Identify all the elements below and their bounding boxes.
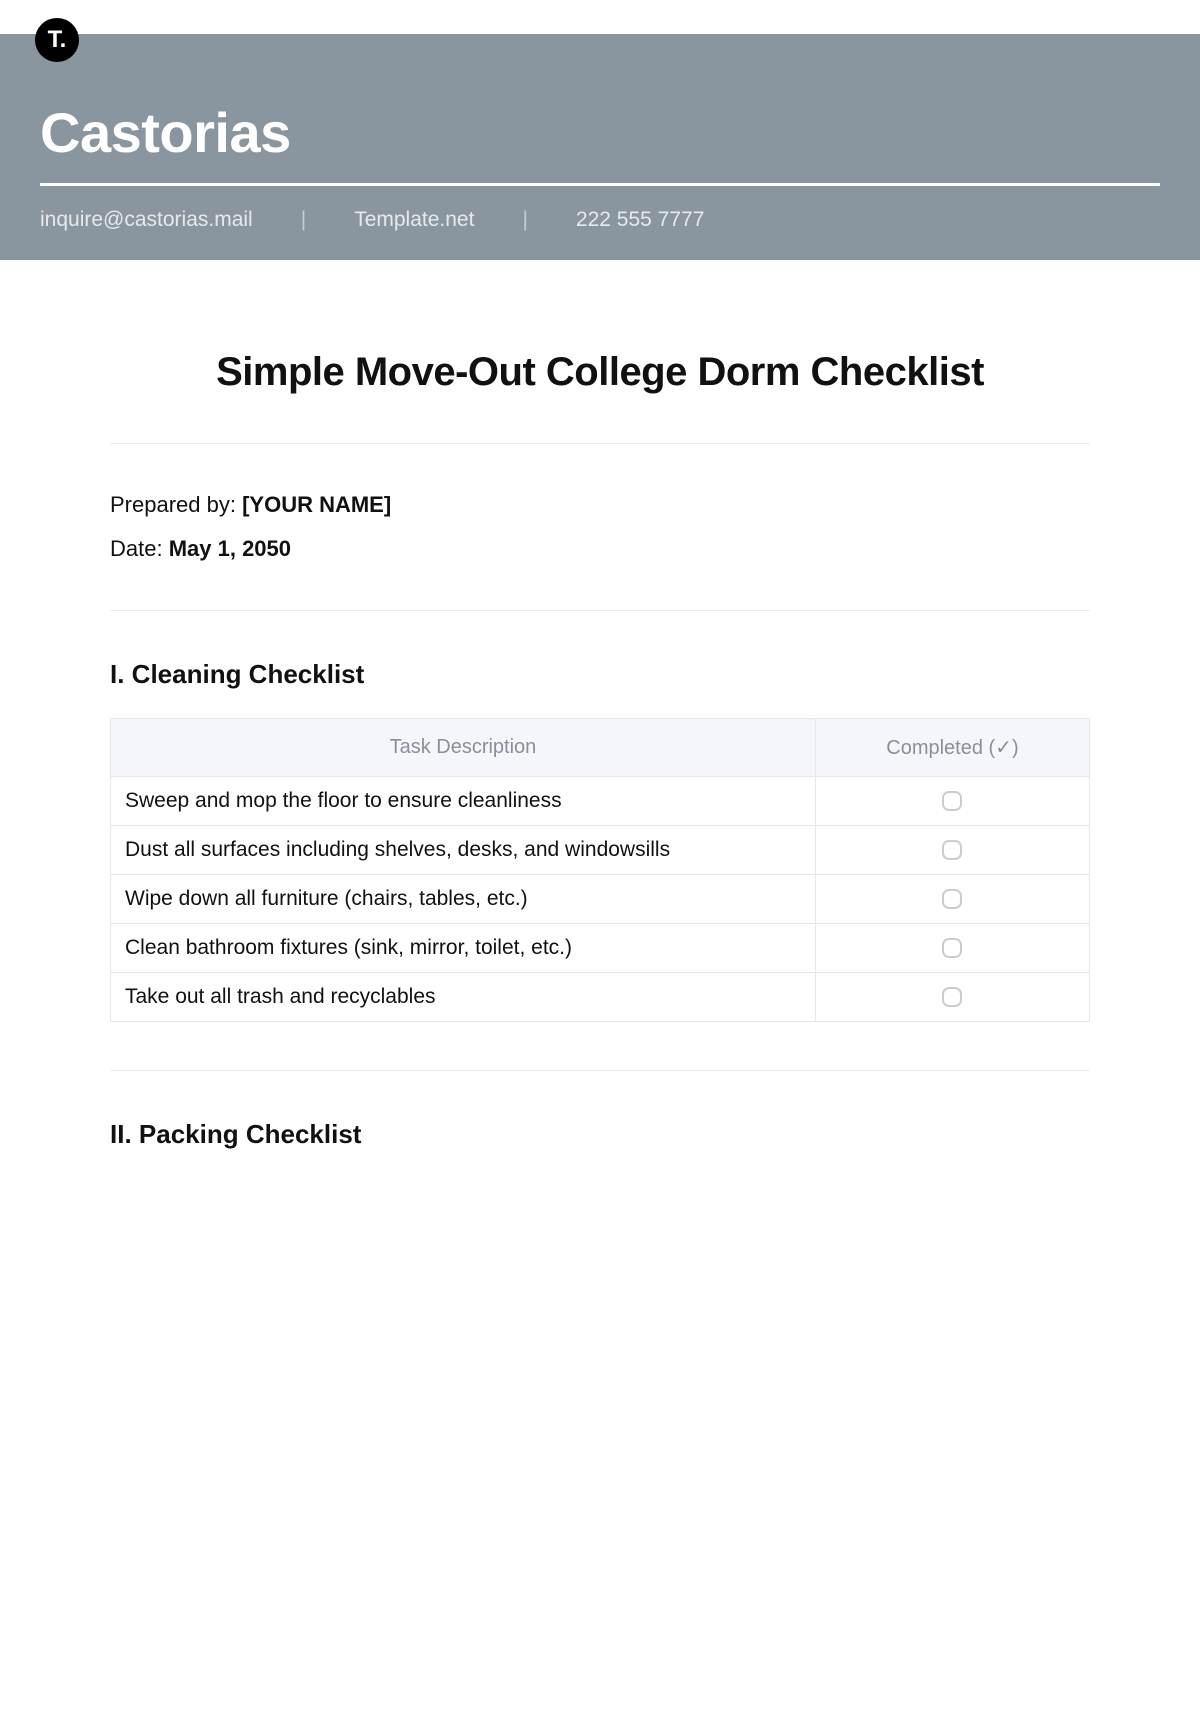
completed-cell (815, 973, 1089, 1022)
table-row: Sweep and mop the floor to ensure cleanl… (111, 777, 1090, 826)
brand-name: Castorias (40, 100, 1160, 165)
document-content: Simple Move-Out College Dorm Checklist P… (0, 260, 1200, 1150)
completed-cell (815, 875, 1089, 924)
checkbox-icon[interactable] (942, 791, 962, 811)
divider (110, 1070, 1090, 1071)
divider (110, 443, 1090, 444)
checkbox-icon[interactable] (942, 938, 962, 958)
checkbox-icon[interactable] (942, 889, 962, 909)
contact-row: inquire@castorias.mail | Template.net | … (40, 208, 1160, 232)
prepared-by-label: Prepared by: (110, 492, 242, 517)
divider (110, 610, 1090, 611)
completed-cell (815, 924, 1089, 973)
date-value: May 1, 2050 (169, 536, 291, 561)
task-cell: Dust all surfaces including shelves, des… (111, 826, 816, 875)
contact-phone: 222 555 7777 (576, 208, 704, 232)
contact-website: Template.net (354, 208, 474, 232)
col-completed: Completed (✓) (815, 719, 1089, 777)
section-heading-packing: II. Packing Checklist (110, 1119, 1090, 1150)
date-line: Date: May 1, 2050 (110, 536, 1090, 562)
logo-badge: T. (35, 18, 79, 62)
col-task: Task Description (111, 719, 816, 777)
prepared-by-line: Prepared by: [YOUR NAME] (110, 492, 1090, 518)
checkbox-icon[interactable] (942, 987, 962, 1007)
table-row: Take out all trash and recyclables (111, 973, 1090, 1022)
task-cell: Clean bathroom fixtures (sink, mirror, t… (111, 924, 816, 973)
task-cell: Wipe down all furniture (chairs, tables,… (111, 875, 816, 924)
document-title: Simple Move-Out College Dorm Checklist (110, 350, 1090, 395)
header-band: Castorias inquire@castorias.mail | Templ… (0, 34, 1200, 260)
contact-separator: | (301, 208, 306, 232)
contact-email: inquire@castorias.mail (40, 208, 253, 232)
contact-separator: | (522, 208, 527, 232)
section-heading-cleaning: I. Cleaning Checklist (110, 659, 1090, 690)
completed-cell (815, 777, 1089, 826)
table-header-row: Task Description Completed (✓) (111, 719, 1090, 777)
task-cell: Sweep and mop the floor to ensure cleanl… (111, 777, 816, 826)
logo-text: T. (48, 26, 67, 54)
table-row: Wipe down all furniture (chairs, tables,… (111, 875, 1090, 924)
table-row: Dust all surfaces including shelves, des… (111, 826, 1090, 875)
date-label: Date: (110, 536, 169, 561)
prepared-by-value: [YOUR NAME] (242, 492, 391, 517)
completed-cell (815, 826, 1089, 875)
table-row: Clean bathroom fixtures (sink, mirror, t… (111, 924, 1090, 973)
task-cell: Take out all trash and recyclables (111, 973, 816, 1022)
cleaning-table: Task Description Completed (✓) Sweep and… (110, 718, 1090, 1022)
checkbox-icon[interactable] (942, 840, 962, 860)
header-divider (40, 183, 1160, 186)
